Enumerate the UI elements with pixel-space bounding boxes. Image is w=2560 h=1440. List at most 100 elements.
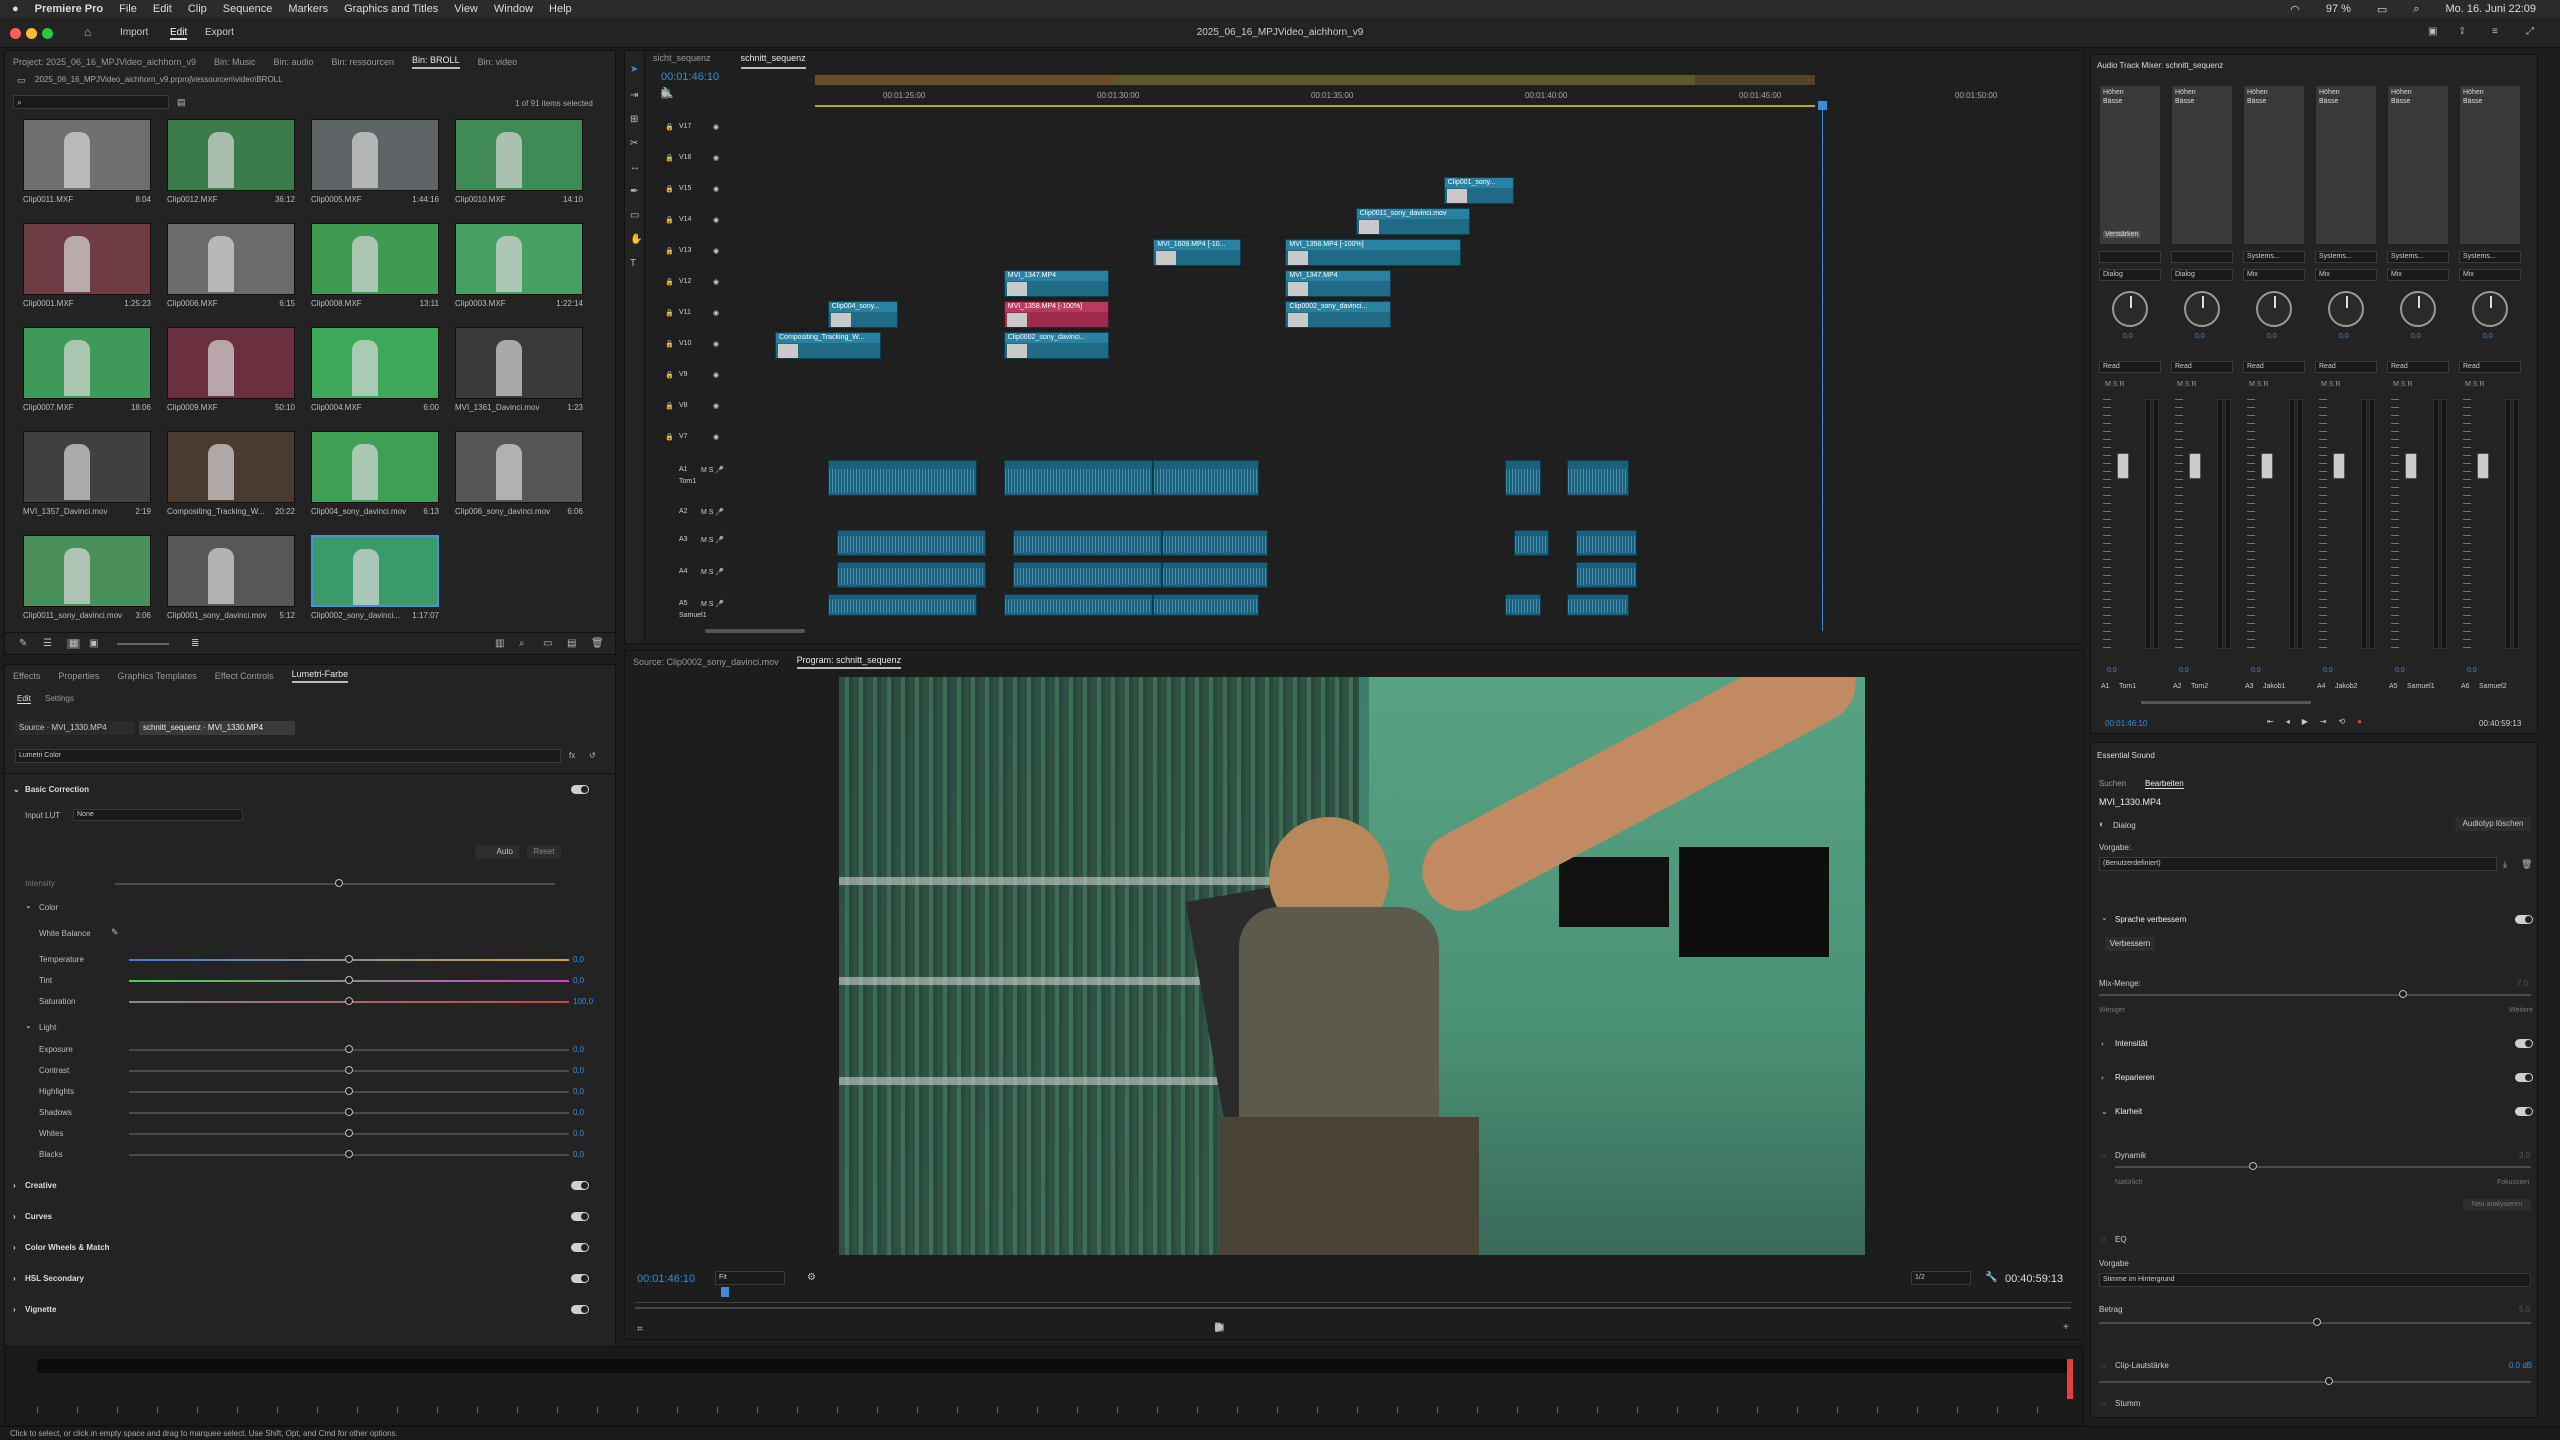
save-preset-icon[interactable]: ⤓ — [2503, 859, 2507, 869]
slider-value[interactable]: 100,0 — [573, 997, 593, 1006]
mute-solo-record-icons[interactable]: M S R — [2321, 381, 2340, 388]
clip-name[interactable]: Clip0005.MXF — [311, 195, 362, 204]
lock-icon[interactable]: 🔒 — [665, 433, 674, 441]
clip-thumbnail[interactable] — [311, 431, 439, 503]
pan-knob[interactable] — [2256, 291, 2292, 327]
clip-thumbnail[interactable] — [311, 535, 439, 607]
tab-bin-broll[interactable]: Bin: BROLL — [412, 55, 460, 69]
icon-view-icon[interactable]: ▦ — [67, 639, 81, 649]
chevron-down-icon[interactable]: ⌄ — [25, 1021, 32, 1030]
lock-icon[interactable]: 🔒 — [665, 309, 674, 317]
clip-volume-toggle-icon[interactable]: ◌ — [2101, 1361, 2106, 1371]
program-video-frame[interactable] — [839, 677, 1865, 1255]
timeline-scrollbar[interactable] — [705, 629, 805, 633]
audio-clip[interactable] — [1514, 530, 1550, 556]
pan-knob[interactable] — [2112, 291, 2148, 327]
mute-solo-record-icons[interactable]: M S R — [2177, 381, 2196, 388]
slider-knob[interactable] — [345, 976, 353, 984]
chevron-right-icon[interactable]: › — [13, 1274, 16, 1283]
dynamics-toggle-icon[interactable]: ◌ — [2101, 1151, 2106, 1161]
quick-export-icon[interactable]: ⇪ — [2458, 27, 2466, 37]
section-heading[interactable]: Creative — [25, 1181, 57, 1190]
lock-icon[interactable]: 🔒 — [665, 402, 674, 410]
section-heading[interactable]: Color Wheels & Match — [25, 1243, 109, 1252]
audio-clip[interactable] — [827, 460, 978, 496]
slider-value[interactable]: 0,0 — [573, 1087, 584, 1096]
menu-edit[interactable]: Edit — [153, 3, 172, 15]
send-select[interactable] — [2099, 251, 2161, 263]
chevron-down-icon[interactable]: ⌄ — [13, 785, 20, 794]
section-heading[interactable]: Intensität — [2115, 1039, 2147, 1048]
sort-icon[interactable]: ≣ — [191, 639, 199, 649]
clear-audio-type-button[interactable]: Audiotyp löschen — [2455, 817, 2531, 831]
chevron-down-icon[interactable]: ⌄ — [25, 901, 32, 910]
thumbnail-zoom-slider[interactable] — [117, 643, 169, 645]
input-lut-select[interactable]: None — [73, 809, 243, 821]
clip-volume-slider[interactable] — [2099, 1381, 2531, 1383]
audio-clip[interactable] — [1567, 460, 1629, 496]
audio-clip[interactable] — [1003, 460, 1154, 496]
speech-enhance-toggle[interactable] — [2515, 915, 2533, 924]
video-clip[interactable]: MVI_1609.MP4 [-10... — [1153, 239, 1242, 266]
clip-thumbnail[interactable] — [311, 223, 439, 295]
eye-icon[interactable]: ◉ — [713, 123, 719, 131]
captions-icon[interactable]: ▤ — [661, 89, 670, 99]
zoom-window-button[interactable] — [42, 28, 53, 39]
tab-sicht-sequenz[interactable]: sicht_sequenz — [653, 53, 711, 69]
mute-solo-icon[interactable]: M S 🎤 — [701, 600, 724, 608]
section-toggle[interactable] — [2515, 1039, 2533, 1048]
dynamics-slider[interactable] — [2115, 1166, 2531, 1168]
video-clip[interactable]: MVI_1358.MP4 [-100%] — [1285, 239, 1462, 266]
clip-thumbnail[interactable] — [23, 119, 151, 191]
timeline-timecode[interactable]: 00:01:46:10 — [661, 71, 719, 83]
audio-clip[interactable] — [1012, 530, 1163, 556]
menu-view[interactable]: View — [454, 3, 478, 15]
slider-knob[interactable] — [345, 997, 353, 1005]
video-track[interactable] — [645, 392, 2065, 423]
reset-button[interactable]: Reset — [527, 845, 561, 859]
tab-project[interactable]: Project: 2025_06_16_MPJVideo_aichhorn_v9 — [13, 57, 196, 67]
clip-name[interactable]: Clip0010.MXF — [455, 195, 506, 204]
chevron-right-icon[interactable]: › — [13, 1181, 16, 1190]
audio-clip[interactable] — [1575, 562, 1638, 588]
section-heading[interactable]: Curves — [25, 1212, 52, 1221]
audio-clip[interactable] — [1012, 562, 1163, 588]
clip-thumbnail[interactable] — [167, 431, 295, 503]
section-toggle[interactable] — [571, 1243, 589, 1252]
video-clip[interactable]: Compositing_Tracking_W... — [775, 332, 881, 359]
audio-clip[interactable] — [836, 562, 987, 588]
volume-fader[interactable] — [2405, 453, 2417, 479]
dynamics-knob[interactable] — [2249, 1162, 2257, 1170]
clip-thumbnail[interactable] — [23, 535, 151, 607]
chevron-right-icon[interactable]: › — [13, 1305, 16, 1314]
menu-help[interactable]: Help — [549, 3, 572, 15]
pan-knob[interactable] — [2472, 291, 2508, 327]
eye-icon[interactable]: ◉ — [713, 433, 719, 441]
pen-tool-icon[interactable]: ✒ — [630, 187, 638, 197]
hand-tool-icon[interactable]: ✋ — [630, 235, 642, 245]
chevron-right-icon[interactable]: › — [2101, 1073, 2104, 1082]
chevron-right-icon[interactable]: › — [13, 1243, 16, 1252]
mixer-scrollbar[interactable] — [2141, 701, 2311, 704]
tab-bearbeiten[interactable]: Bearbeiten — [2145, 779, 2184, 789]
effect-selector[interactable]: Lumetri Color — [15, 749, 561, 763]
loop-icon[interactable]: ⟲ — [2339, 717, 2346, 726]
menu-graphics[interactable]: Graphics and Titles — [344, 3, 438, 15]
chevron-right-icon[interactable]: › — [13, 1212, 16, 1221]
automation-mode-select[interactable]: Read — [2243, 361, 2305, 373]
bin-search-input[interactable]: ⌕ — [13, 95, 169, 109]
slider-value[interactable]: 0,0 — [573, 1150, 584, 1159]
slider-value[interactable]: 0,0 — [573, 976, 584, 985]
section-toggle[interactable] — [571, 1181, 589, 1190]
mute-solo-record-icons[interactable]: M S R — [2249, 381, 2268, 388]
enhance-label[interactable]: Verstärken — [2103, 231, 2141, 238]
preset-select[interactable]: (Benutzerdefiniert) — [2099, 857, 2497, 871]
section-heading[interactable]: Klarheit — [2115, 1107, 2142, 1116]
mute-solo-icon[interactable]: M S 🎤 — [701, 536, 724, 544]
video-clip[interactable]: Clip0002_sony_davinci... — [1285, 301, 1391, 328]
video-track[interactable] — [645, 113, 2065, 144]
section-toggle[interactable] — [2515, 1073, 2533, 1082]
clip-thumbnail[interactable] — [455, 327, 583, 399]
eye-icon[interactable]: ◉ — [713, 247, 719, 255]
button-editor-icon[interactable]: + — [2063, 1323, 2069, 1333]
